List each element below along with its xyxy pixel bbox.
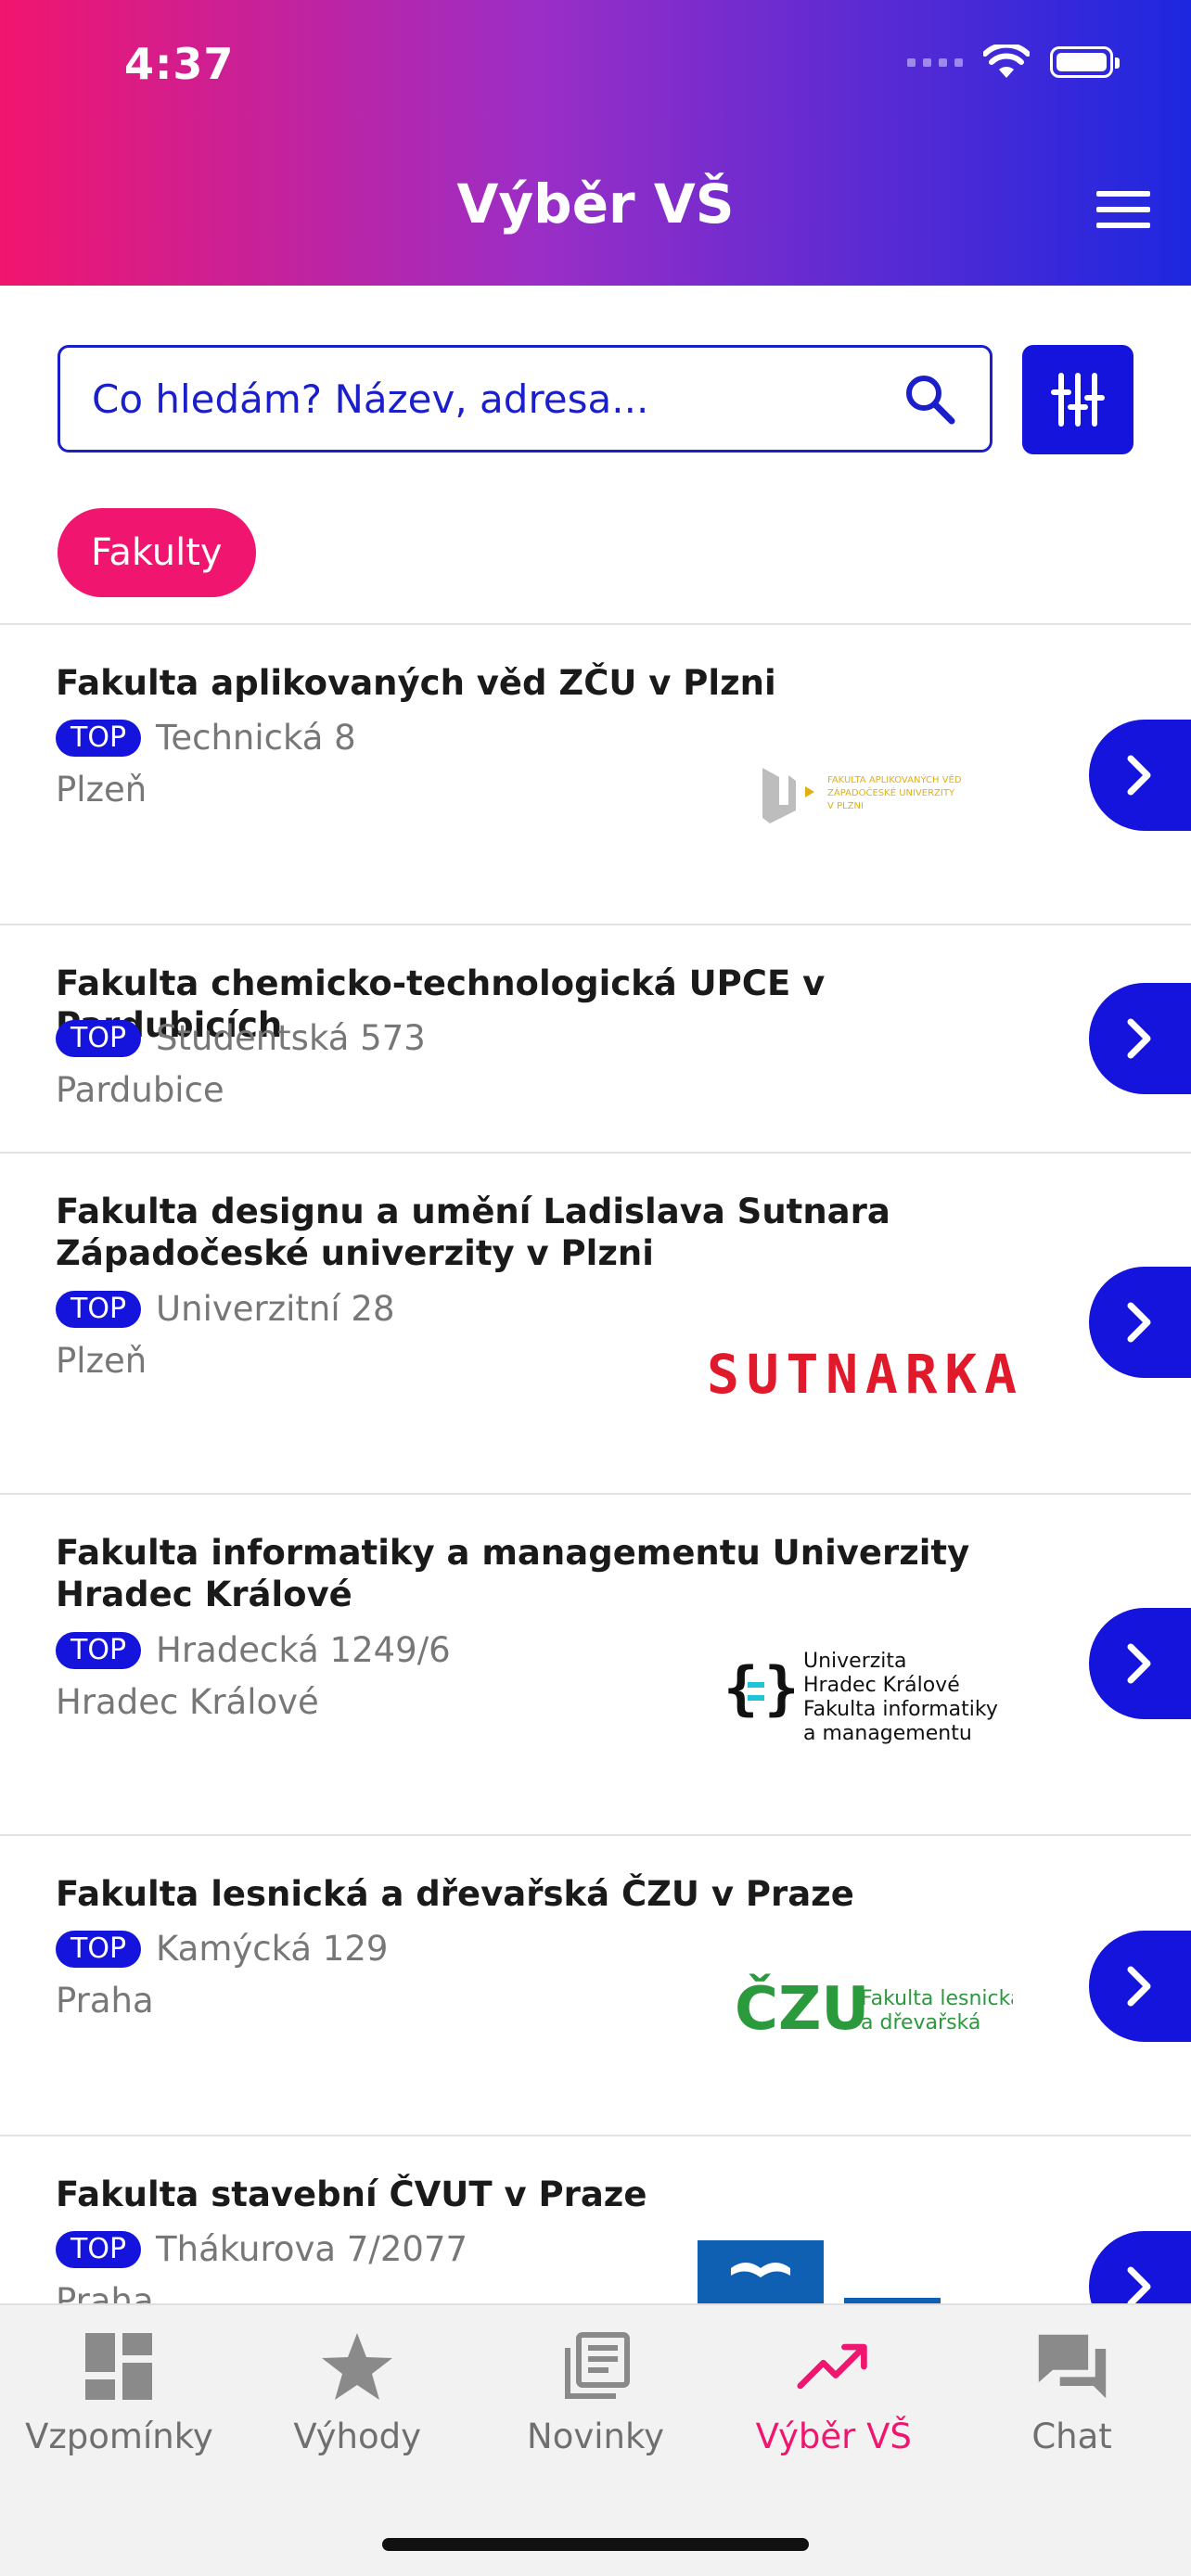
signal-icon <box>907 57 963 67</box>
tab-chat[interactable]: Chat <box>953 2305 1191 2483</box>
logo-text: SUTNARKA <box>707 1343 1018 1406</box>
top-badge: TOP <box>56 719 142 757</box>
faculty-list: Fakulta aplikovaných věd ZČU v Plzni TOP… <box>0 623 1191 2305</box>
faculty-address: Thákurova 7/2077 <box>156 2229 468 2269</box>
logo-text: ZÁPADOČESKÉ UNIVERZITY <box>827 786 955 798</box>
faculty-name: Fakulta informatiky a managementu Univer… <box>56 1533 970 1614</box>
faculty-logo <box>698 2240 976 2305</box>
top-badge: TOP <box>56 1290 142 1328</box>
logo-text: Fakulta informatiky <box>803 1698 998 1721</box>
home-indicator[interactable] <box>382 2538 809 2551</box>
search-box[interactable]: Co hledám? Název, adresa... <box>58 345 992 453</box>
open-detail-button[interactable] <box>1089 2231 1191 2305</box>
tab-vyhody[interactable]: Výhody <box>238 2305 477 2483</box>
chevron-right-icon <box>1127 755 1151 796</box>
faculty-logo: ČZU Fakulta lesnická a dřevařská <box>735 1973 1022 2044</box>
tab-label: Vzpomínky <box>25 2417 213 2456</box>
chevron-right-icon <box>1127 1302 1151 1343</box>
logo-text: a dřevařská <box>861 2011 980 2034</box>
status-icons <box>907 45 1120 80</box>
hamburger-menu-icon[interactable] <box>1096 191 1150 228</box>
battery-icon <box>1050 46 1120 78</box>
faculty-city: Praha <box>56 1981 154 2021</box>
chevron-right-icon <box>1127 1018 1151 1059</box>
logo-text: V PLZNI <box>827 801 864 811</box>
logo-text: Univerzita <box>803 1650 907 1673</box>
faculty-card[interactable]: Fakulta aplikovaných věd ZČU v Plzni TOP… <box>0 625 1191 925</box>
faculty-card[interactable]: Fakulta informatiky a managementu Univer… <box>0 1495 1191 1836</box>
filter-button[interactable] <box>1022 345 1133 454</box>
search-input[interactable]: Co hledám? Název, adresa... <box>92 376 888 422</box>
logo-text: FAKULTA APLIKOVANÝCH VĚD <box>827 773 962 785</box>
chevron-right-icon <box>1127 2266 1151 2305</box>
home-indicator-area <box>0 2481 1191 2576</box>
faculty-card[interactable]: Fakulta chemicko-technologická UPCE v Pa… <box>0 925 1191 1154</box>
faculty-logo: { } Univerzita Hradec Králové Fakulta in… <box>724 1647 1020 1749</box>
top-badge: TOP <box>56 1631 142 1669</box>
tab-label: Chat <box>1031 2417 1112 2456</box>
logo-text: Fakulta lesnická <box>861 1987 1013 2010</box>
faculty-name: Fakulta lesnická a dřevařská ČZU v Praze <box>56 1874 854 1914</box>
faculty-city: Plzeň <box>56 1341 147 1381</box>
faculty-address: Studentská 573 <box>156 1018 426 1058</box>
faculty-city: Pardubice <box>56 1070 224 1110</box>
wifi-icon <box>983 45 1030 78</box>
faculty-logo: FAKULTA APLIKOVANÝCH VĚD ZÁPADOČESKÉ UNI… <box>761 762 983 829</box>
open-detail-button[interactable] <box>1089 1267 1191 1378</box>
faculty-address: Technická 8 <box>156 718 356 758</box>
top-badge: TOP <box>56 1930 142 1968</box>
svg-text:}: } <box>764 1654 799 1722</box>
faculty-name: Fakulta stavební ČVUT v Praze <box>56 2174 647 2214</box>
news-icon <box>558 2329 633 2404</box>
faculty-city: Hradec Králové <box>56 1682 319 1722</box>
faculty-name: Fakulta aplikovaných věd ZČU v Plzni <box>56 663 776 703</box>
status-time: 4:37 <box>124 39 235 89</box>
faculty-address: Hradecká 1249/6 <box>156 1630 451 1670</box>
dashboard-icon <box>82 2329 156 2404</box>
faculty-address: Univerzitní 28 <box>156 1289 395 1329</box>
filter-chip-fakulty[interactable]: Fakulty <box>58 508 256 597</box>
top-badge: TOP <box>56 1019 142 1057</box>
faculty-name: Fakulta designu a umění Ladislava Sutnar… <box>56 1192 890 1273</box>
faculty-card[interactable]: Fakulta lesnická a dřevařská ČZU v Praze… <box>0 1836 1191 2136</box>
open-detail-button[interactable] <box>1089 983 1191 1094</box>
sliders-icon <box>1051 373 1105 427</box>
chevron-right-icon <box>1127 1966 1151 2007</box>
open-detail-button[interactable] <box>1089 1931 1191 2042</box>
trending-up-icon <box>797 2329 871 2404</box>
logo-text: a managementu <box>803 1722 972 1745</box>
faculty-card[interactable]: Fakulta stavební ČVUT v Praze TOP Thákur… <box>0 2136 1191 2305</box>
faculty-city: Praha <box>56 2281 154 2305</box>
search-icon[interactable] <box>888 357 971 440</box>
logo-text: ČZU <box>735 1973 869 2040</box>
bottom-tab-bar: Vzpomínky Výhody Novinky Výběr VŠ Chat <box>0 2303 1191 2483</box>
tab-novinky[interactable]: Novinky <box>477 2305 715 2483</box>
tab-label: Výběr VŠ <box>755 2417 912 2456</box>
tab-label: Novinky <box>527 2417 664 2456</box>
top-badge: TOP <box>56 2230 142 2268</box>
logo-text: Hradec Králové <box>803 1674 960 1697</box>
faculty-card[interactable]: Fakulta designu a umění Ladislava Sutnar… <box>0 1154 1191 1495</box>
open-detail-button[interactable] <box>1089 1608 1191 1719</box>
faculty-city: Plzeň <box>56 770 147 810</box>
page-title: Výběr VŠ <box>456 172 735 236</box>
svg-text:{: { <box>724 1654 758 1722</box>
chevron-right-icon <box>1127 1643 1151 1684</box>
chat-icon <box>1035 2329 1109 2404</box>
star-icon <box>320 2329 394 2404</box>
tab-vzpominky[interactable]: Vzpomínky <box>0 2305 238 2483</box>
faculty-logo: SUTNARKA <box>707 1341 1022 1408</box>
tab-label: Výhody <box>293 2417 422 2456</box>
app-header: 4:37 Výběr VŠ <box>0 0 1191 286</box>
open-detail-button[interactable] <box>1089 720 1191 831</box>
faculty-address: Kamýcká 129 <box>156 1929 389 1969</box>
tab-vyber-vs[interactable]: Výběr VŠ <box>714 2305 953 2483</box>
